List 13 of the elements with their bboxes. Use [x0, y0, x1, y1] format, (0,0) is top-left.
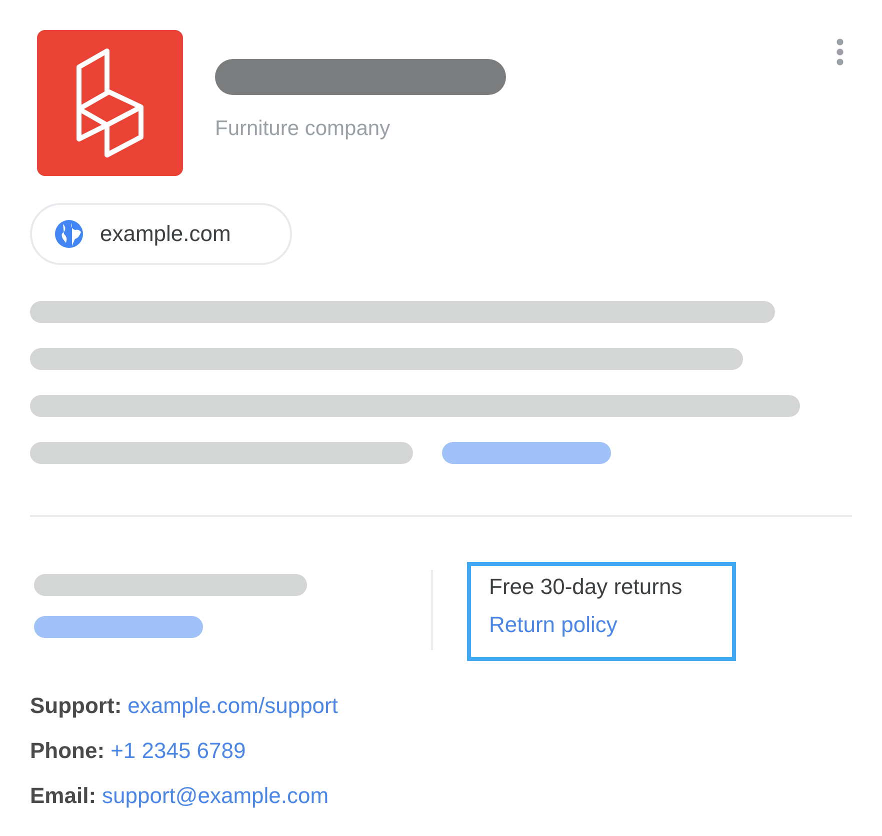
contact-link[interactable]: support@example.com: [102, 783, 329, 809]
chair-icon: [76, 47, 144, 159]
category-label: Furniture company: [215, 117, 392, 141]
return-policy-link[interactable]: Return policy: [489, 612, 714, 638]
contact-link[interactable]: +1 2345 6789: [110, 738, 246, 764]
contact-link[interactable]: example.com/support: [128, 693, 338, 719]
more-options-icon[interactable]: [836, 38, 844, 66]
returns-label: Free 30-day returns: [489, 574, 684, 600]
contact-label: Email:: [30, 783, 96, 809]
globe-icon: [54, 219, 84, 249]
contact-label: Support:: [30, 693, 122, 719]
website-chip[interactable]: example.com: [30, 203, 292, 265]
contact-label: Phone:: [30, 738, 105, 764]
